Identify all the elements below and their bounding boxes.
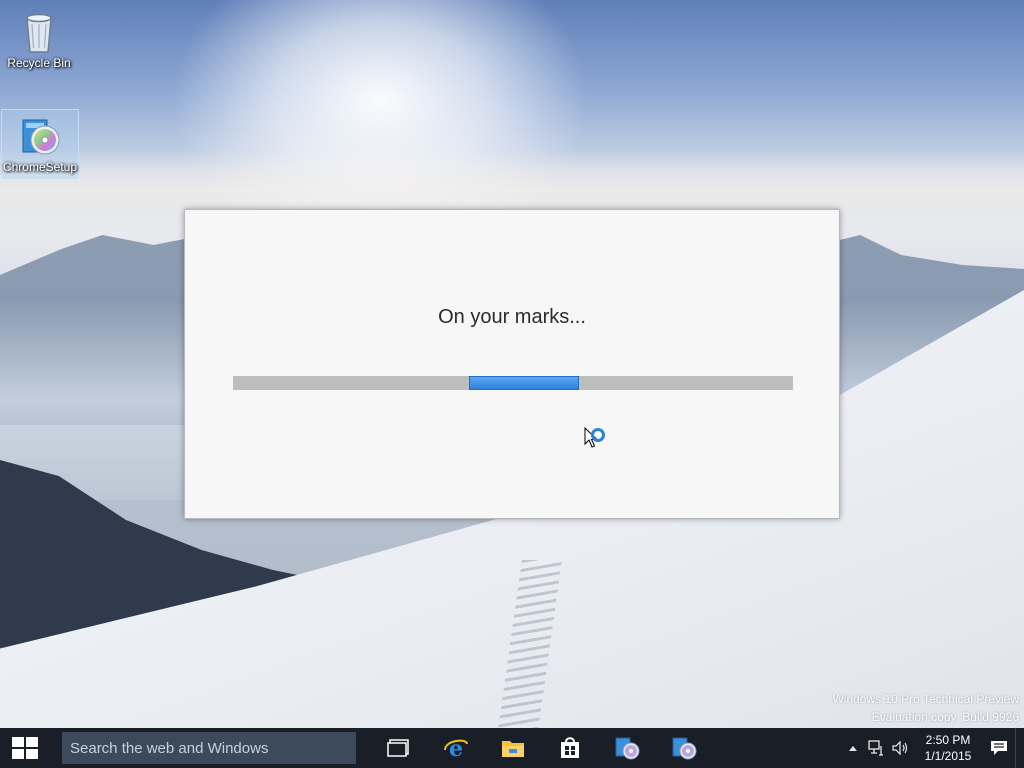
internet-explorer-icon: e <box>443 736 468 760</box>
installer-progress-bar <box>233 376 793 390</box>
windows-watermark: Windows 10 Pro Technical Preview Evaluat… <box>832 690 1019 726</box>
installer-disc-icon <box>22 119 60 155</box>
taskbar-store-button[interactable] <box>541 728 598 768</box>
desktop-icon-recycle-bin[interactable]: Recycle Bin <box>1 6 77 72</box>
taskbar-search-input[interactable]: Search the web and Windows <box>62 732 356 764</box>
installer-disc-icon <box>615 737 639 760</box>
taskbar-task-view-button[interactable] <box>370 728 427 768</box>
search-placeholder: Search the web and Windows <box>70 739 269 757</box>
volume-icon[interactable] <box>889 728 913 768</box>
recycle-bin-icon <box>26 13 52 53</box>
installer-status-text: On your marks... <box>438 306 586 328</box>
windows-logo-icon <box>12 737 38 759</box>
taskbar-internet-explorer-button[interactable]: e <box>427 728 484 768</box>
task-view-icon <box>386 739 409 757</box>
taskbar-clock[interactable]: 2:50 PM 1/1/2015 <box>913 732 983 764</box>
installer-disc-icon <box>672 737 696 760</box>
taskbar-installer-button[interactable] <box>655 728 712 768</box>
show-desktop-button[interactable] <box>1015 728 1024 768</box>
store-icon <box>560 737 579 758</box>
clock-date: 1/1/2015 <box>924 749 972 763</box>
network-icon[interactable] <box>865 728 889 768</box>
file-explorer-icon <box>501 741 524 757</box>
installer-progress-marquee <box>469 376 579 390</box>
chevron-up-icon[interactable] <box>841 728 865 768</box>
installer-dialog: On your marks... <box>184 209 840 519</box>
action-center-button[interactable] <box>983 728 1015 768</box>
desktop-icon-chromesetup[interactable]: ChromeSetup <box>1 109 79 179</box>
system-tray: 2:50 PM 1/1/2015 <box>841 728 1024 768</box>
action-center-icon <box>991 741 1007 755</box>
busy-cursor-icon <box>584 427 605 448</box>
desktop-icon-label: ChromeSetup <box>2 160 78 174</box>
svg-text:e: e <box>449 736 463 760</box>
taskbar-file-explorer-button[interactable] <box>484 728 541 768</box>
taskbar-apps: e <box>370 728 712 768</box>
watermark-line-2: Evaluation copy. Build 9926 <box>871 710 1019 724</box>
taskbar: Search the web and Windows e 2:50 PM 1/1… <box>0 728 1024 768</box>
clock-time: 2:50 PM <box>925 733 971 747</box>
watermark-line-1: Windows 10 Pro Technical Preview <box>832 692 1019 706</box>
desktop: Recycle Bin ChromeSetup On your marks... <box>0 0 1024 768</box>
start-button[interactable] <box>0 728 50 768</box>
taskbar-installer-button[interactable] <box>598 728 655 768</box>
desktop-icon-label: Recycle Bin <box>7 56 71 70</box>
